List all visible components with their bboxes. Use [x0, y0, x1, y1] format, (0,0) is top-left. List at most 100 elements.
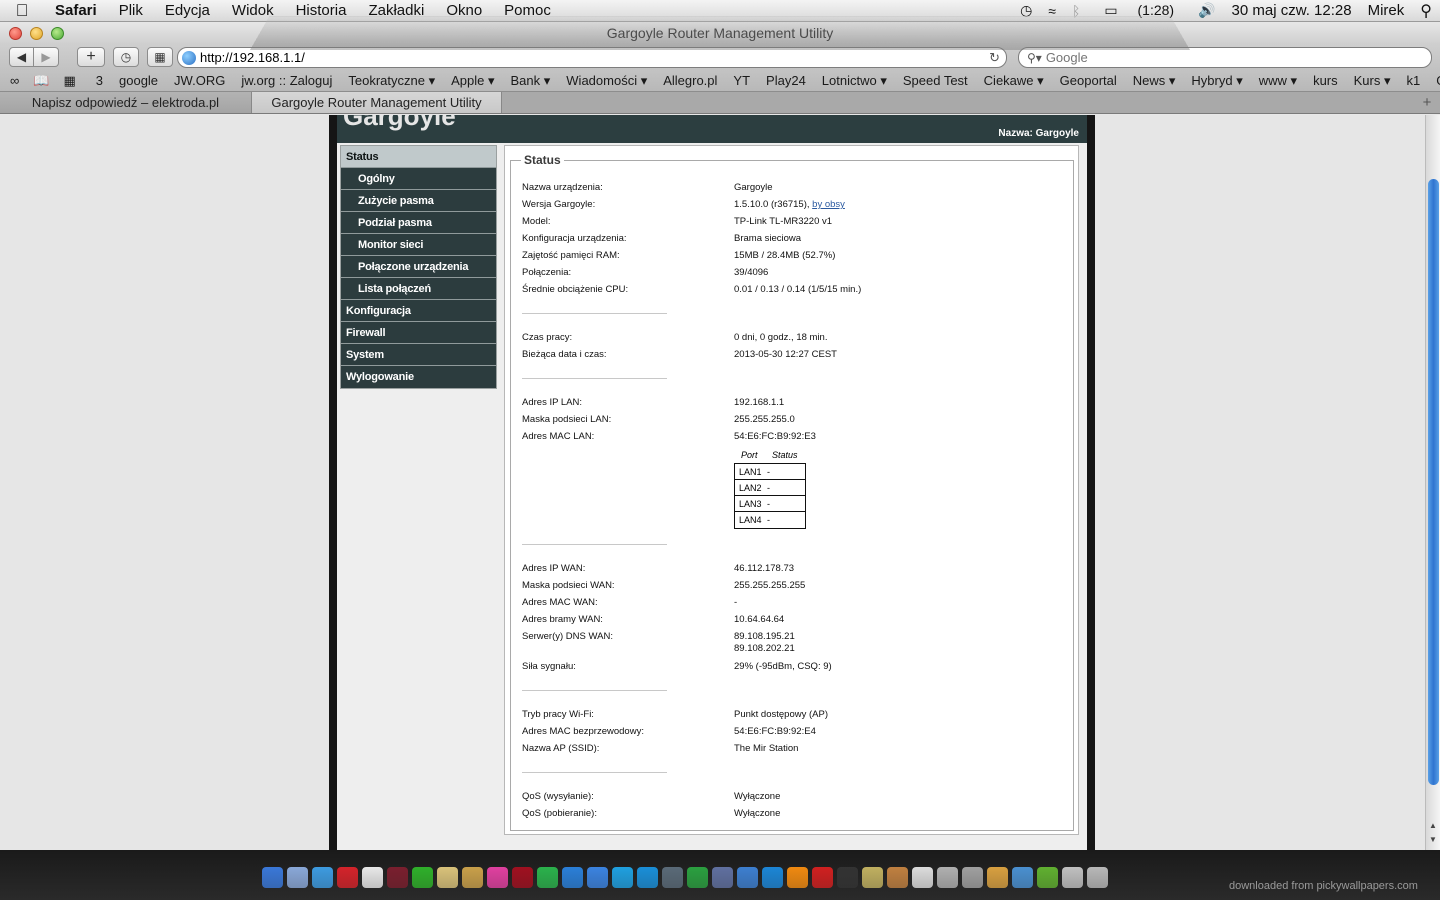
- nav-firewall[interactable]: Firewall: [341, 322, 496, 344]
- dock-app-icon[interactable]: [937, 866, 958, 888]
- nav-zuzycie-pasma[interactable]: Zużycie pasma: [341, 190, 496, 212]
- close-window-button[interactable]: [9, 26, 22, 40]
- dock-app-icon[interactable]: [962, 866, 983, 888]
- dock-app-icon[interactable]: [387, 866, 408, 888]
- volume-icon[interactable]: 🔊: [1190, 2, 1223, 19]
- bookmark-kurs-folder[interactable]: Kurs ▾: [1346, 73, 1399, 89]
- nav-status[interactable]: Status: [341, 146, 496, 168]
- bookmark-bank[interactable]: Bank ▾: [503, 73, 559, 89]
- dock-app-icon[interactable]: [312, 866, 333, 888]
- dock-app-icon[interactable]: [487, 866, 508, 888]
- search-input[interactable]: [1045, 50, 1406, 65]
- bookmark-news[interactable]: News ▾: [1125, 73, 1184, 89]
- bookmark-wiadomosci[interactable]: Wiadomości ▾: [558, 73, 655, 89]
- history-button[interactable]: ◷: [113, 47, 139, 67]
- dock-app-icon[interactable]: [587, 866, 608, 888]
- bookmark-speedtest[interactable]: Speed Test: [895, 73, 976, 88]
- reload-icon[interactable]: ↻: [989, 50, 1000, 66]
- bookmark-yt[interactable]: YT: [725, 73, 758, 88]
- nav-lista-polaczen[interactable]: Lista połączeń: [341, 278, 496, 300]
- dock-app-icon[interactable]: [337, 866, 358, 888]
- forward-button[interactable]: ▶: [34, 47, 59, 67]
- dock-app-icon[interactable]: [612, 866, 633, 888]
- dock-app-icon[interactable]: [662, 866, 683, 888]
- new-tab-button[interactable]: +: [1414, 92, 1440, 113]
- nav-podzial-pasma[interactable]: Podział pasma: [341, 212, 496, 234]
- nav-wylogowanie[interactable]: Wylogowanie: [341, 366, 496, 388]
- page-scrollbar[interactable]: ▲ ▼: [1425, 115, 1440, 850]
- bookmark-google[interactable]: google: [111, 73, 166, 88]
- zoom-window-button[interactable]: [51, 26, 64, 40]
- dock-app-icon[interactable]: [1037, 866, 1058, 888]
- bookmark-apple[interactable]: Apple ▾: [443, 73, 502, 89]
- dock-app-icon[interactable]: [787, 866, 808, 888]
- bookmark-kurs[interactable]: kurs: [1305, 73, 1346, 88]
- bookmark-k1[interactable]: k1: [1399, 73, 1429, 88]
- bookmark-teokratyczne[interactable]: Teokratyczne ▾: [340, 73, 443, 89]
- tab-gargoyle[interactable]: Gargoyle Router Management Utility: [252, 92, 502, 113]
- dock-app-icon[interactable]: [712, 866, 733, 888]
- dock-app-icon[interactable]: [1062, 866, 1083, 888]
- top-sites-grid-icon[interactable]: ▦: [63, 73, 75, 89]
- dock-app-icon[interactable]: [1087, 866, 1108, 888]
- bookmark-play24[interactable]: Play24: [758, 73, 814, 88]
- dock-app-icon[interactable]: [287, 866, 308, 888]
- scroll-up-icon[interactable]: ▲: [1429, 821, 1437, 830]
- dock-app-icon[interactable]: [862, 866, 883, 888]
- nav-monitor-sieci[interactable]: Monitor sieci: [341, 234, 496, 256]
- scroll-down-icon[interactable]: ▼: [1429, 835, 1437, 844]
- bookmark-jworg-login[interactable]: jw.org :: Zaloguj: [233, 73, 340, 88]
- dock-app-icon[interactable]: [412, 866, 433, 888]
- minimize-window-button[interactable]: [30, 26, 43, 40]
- dock-app-icon[interactable]: [812, 866, 833, 888]
- dock-app-icon[interactable]: [362, 866, 383, 888]
- dock-app-icon[interactable]: [737, 866, 758, 888]
- scrollbar-thumb[interactable]: [1428, 179, 1439, 785]
- bookmarks-book-icon[interactable]: 📖: [33, 73, 49, 89]
- url-text[interactable]: http://192.168.1.1/: [200, 50, 305, 65]
- bookmark-lotnictwo[interactable]: Lotnictwo ▾: [814, 73, 895, 89]
- apple-menu-icon[interactable]: : [0, 1, 44, 21]
- bookmark-hybryd[interactable]: Hybryd ▾: [1183, 73, 1250, 89]
- dock-app-icon[interactable]: [687, 866, 708, 888]
- bookmark-count[interactable]: 3: [88, 73, 111, 88]
- bookmark-jworg[interactable]: JW.ORG: [166, 73, 233, 88]
- dock-app-icon[interactable]: [762, 866, 783, 888]
- dock-app-icon[interactable]: [912, 866, 933, 888]
- back-button[interactable]: ◀: [9, 47, 34, 67]
- bookmark-www[interactable]: www ▾: [1251, 73, 1305, 89]
- nav-polaczone-urzadzenia[interactable]: Połączone urządzenia: [341, 256, 496, 278]
- address-bar[interactable]: http://192.168.1.1/ ↻: [177, 47, 1007, 68]
- dock-app-icon[interactable]: [562, 866, 583, 888]
- nav-konfiguracja[interactable]: Konfiguracja: [341, 300, 496, 322]
- menubar-user[interactable]: Mirek: [1360, 2, 1413, 19]
- add-bookmark-button[interactable]: +: [77, 47, 105, 67]
- dock-app-icon[interactable]: [537, 866, 558, 888]
- bookmark-allegro[interactable]: Allegro.pl: [655, 73, 725, 88]
- nav-system[interactable]: System: [341, 344, 496, 366]
- author-link[interactable]: by obsy: [812, 199, 845, 210]
- search-field[interactable]: ⚲▾: [1018, 47, 1432, 68]
- tab-elektroda[interactable]: Napisz odpowiedź – elektroda.pl: [0, 92, 252, 113]
- dock-app-icon[interactable]: [1012, 866, 1033, 888]
- dock-app-icon[interactable]: [462, 866, 483, 888]
- dock-app-icon[interactable]: [437, 866, 458, 888]
- menubar-clock[interactable]: 30 maj czw. 12:28: [1224, 2, 1360, 19]
- bookmark-geoportal[interactable]: Geoportal: [1052, 73, 1125, 88]
- dock-app-icon[interactable]: [837, 866, 858, 888]
- dock-app-icon[interactable]: [887, 866, 908, 888]
- spotlight-icon[interactable]: ⚲: [1412, 1, 1440, 21]
- reading-list-icon[interactable]: ∞: [10, 73, 19, 89]
- dock-app-icon[interactable]: [637, 866, 658, 888]
- bookmark-gmail[interactable]: Gmail: [1428, 73, 1440, 88]
- menu-plik[interactable]: Plik: [108, 2, 154, 19]
- menu-safari[interactable]: Safari: [44, 2, 108, 19]
- dock-app-icon[interactable]: [987, 866, 1008, 888]
- dock-app-icon[interactable]: [262, 866, 283, 888]
- top-sites-button[interactable]: ▦: [147, 47, 173, 67]
- bookmark-ciekawe[interactable]: Ciekawe ▾: [976, 73, 1052, 89]
- port-cell: LAN3: [739, 498, 762, 509]
- nav-ogolny[interactable]: Ogólny: [341, 168, 496, 190]
- dock-app-icon[interactable]: [512, 866, 533, 888]
- menu-edycja[interactable]: Edycja: [154, 2, 221, 19]
